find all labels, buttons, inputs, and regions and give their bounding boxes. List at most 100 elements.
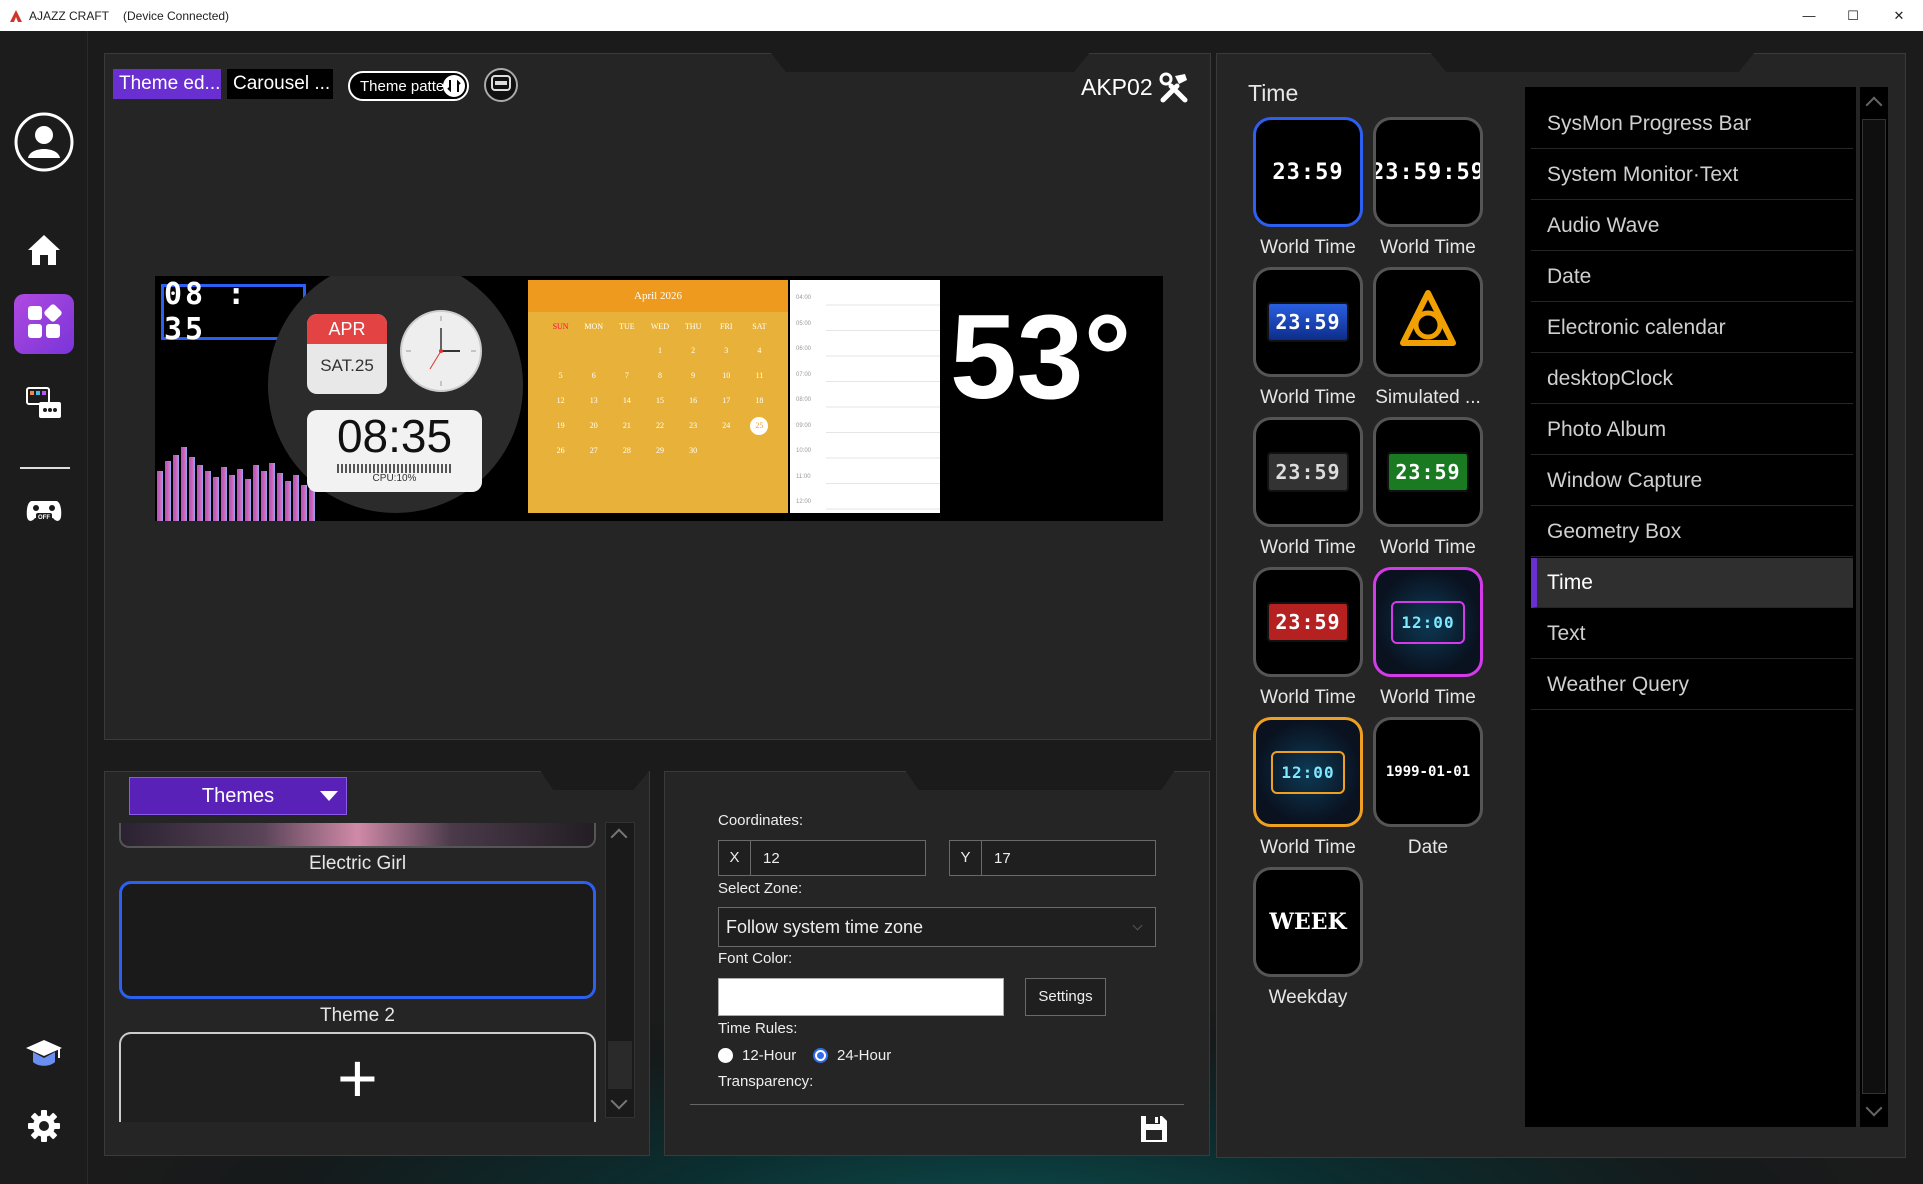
tutorial-button[interactable] (14, 1026, 74, 1086)
widget-tile-6[interactable]: 23:59 (1253, 567, 1363, 677)
category-scrollbar[interactable] (1860, 87, 1888, 1127)
widget-tile-label: World Time (1260, 537, 1356, 558)
themes-scrollbar[interactable] (605, 822, 635, 1118)
tools-icon (1157, 72, 1191, 108)
category-system-monitor-text[interactable]: System Monitor·Text (1531, 150, 1853, 200)
widget-tile-8[interactable]: 12:00 (1253, 717, 1363, 827)
category-geometry-box[interactable]: Geometry Box (1531, 507, 1853, 557)
display-icon (490, 72, 512, 99)
chevron-down-icon (1132, 920, 1143, 931)
device-preview-canvas[interactable]: 08 : 35 APR SAT.25 08:35 CPU:10% April 2… (155, 276, 1163, 521)
widget-tile-label: World Time (1380, 687, 1476, 708)
preview-schedule-widget[interactable]: 04:00 05:00 06:00 07:00 08:00 09:00 10:00 11:00… (790, 280, 940, 513)
close-button[interactable]: ✕ (1876, 0, 1922, 31)
settings-button[interactable] (14, 1098, 74, 1158)
widget-tile-display: 12:00 (1271, 750, 1345, 794)
home-button[interactable] (14, 222, 74, 282)
radio-24-hour-label: 24-Hour (837, 1047, 892, 1064)
theme-thumb-theme-2[interactable] (119, 881, 596, 999)
category-electronic-calendar[interactable]: Electronic calendar (1531, 303, 1853, 353)
simulated-clock-icon (1393, 285, 1463, 360)
y-label: Y (950, 841, 982, 875)
widget-tile-display: 23:59:59 (1373, 159, 1483, 185)
swap-icon (443, 75, 465, 97)
add-icon: + (337, 1039, 378, 1117)
font-color-label: Font Color: (718, 950, 793, 967)
category-date[interactable]: Date (1531, 252, 1853, 302)
preview-digital-time: 08:35 (336, 410, 453, 462)
gamepad-off-icon: OFF (24, 489, 64, 534)
widget-tile-0[interactable]: 23:59 (1253, 117, 1363, 227)
transparency-label: Transparency: (718, 1073, 814, 1090)
themes-dropdown-label: Themes (201, 784, 275, 807)
category-sysmon-progress-bar[interactable]: SysMon Progress Bar (1531, 99, 1853, 149)
widget-tile-7[interactable]: 12:00 (1373, 567, 1483, 677)
category-text[interactable]: Text (1531, 609, 1853, 659)
x-coordinate-field[interactable]: X 12 (718, 840, 926, 876)
widget-tile-display: 23:59 (1267, 602, 1349, 642)
preview-digital-clock[interactable]: 08:35 CPU:10% (307, 410, 482, 492)
font-color-settings-button[interactable]: Settings (1025, 978, 1106, 1016)
radio-12-hour[interactable]: 12-Hour (718, 1047, 796, 1064)
font-color-swatch[interactable] (718, 978, 1004, 1016)
theme-thumb-electric-girl[interactable] (119, 823, 596, 848)
time-zone-value: Follow system time zone (726, 916, 924, 937)
widget-tile-1[interactable]: 23:59:59 (1373, 117, 1483, 227)
minimize-button[interactable]: — (1786, 0, 1832, 31)
scroll-up-icon[interactable] (1865, 96, 1883, 114)
tab-theme-editor[interactable]: Theme ed... (113, 69, 221, 99)
widget-tile-4[interactable]: 23:59 (1253, 417, 1363, 527)
preview-temperature[interactable]: 53° (950, 292, 1131, 422)
category-scroll-track[interactable] (1862, 119, 1886, 1094)
widgets-button[interactable] (14, 294, 74, 354)
home-icon (24, 230, 64, 275)
maximize-button[interactable]: ☐ (1830, 0, 1876, 31)
time-zone-select[interactable]: Follow system time zone (718, 907, 1156, 947)
category-time[interactable]: Time (1531, 558, 1853, 608)
widget-tile-label: Simulated ... (1375, 387, 1481, 408)
library-panel-notch (1430, 52, 1755, 72)
radio-24-hour[interactable]: 24-Hour (813, 1047, 891, 1064)
widget-tile-3[interactable] (1373, 267, 1483, 377)
radio-24-hour-circle (813, 1048, 828, 1063)
themes-panel-notch (540, 770, 650, 790)
themes-dropdown[interactable]: Themes (129, 777, 347, 815)
scroll-down-icon[interactable] (1865, 1099, 1883, 1117)
screen-widgets-button[interactable] (14, 376, 74, 436)
widget-tile-label: World Time (1380, 537, 1476, 558)
widget-tile-10[interactable]: WEEK (1253, 867, 1363, 977)
category-audio-wave[interactable]: Audio Wave (1531, 201, 1853, 251)
preview-analog-clock[interactable] (400, 310, 482, 392)
preview-date-widget[interactable]: APR SAT.25 (307, 314, 387, 394)
widget-tile-display: 23:59 (1387, 452, 1469, 492)
app-logo-icon (9, 9, 23, 23)
widget-tile-5[interactable]: 23:59 (1373, 417, 1483, 527)
svg-text:OFF: OFF (38, 515, 50, 521)
theme-name-theme-2: Theme 2 (320, 1005, 395, 1026)
widget-tile-display: 23:59 (1272, 159, 1344, 185)
preview-schedule-grid (826, 280, 940, 513)
theme-pattern-button[interactable]: Theme patte (348, 71, 469, 101)
widget-tile-display: 23:59 (1267, 452, 1349, 492)
widget-tile-2[interactable]: 23:59 (1253, 267, 1363, 377)
y-coordinate-field[interactable]: Y 17 (949, 840, 1156, 876)
user-icon (14, 112, 74, 177)
scroll-down-icon[interactable] (610, 1092, 628, 1110)
category-window-capture[interactable]: Window Capture (1531, 456, 1853, 506)
save-button[interactable] (1138, 1113, 1170, 1145)
add-theme-button[interactable]: + (119, 1032, 596, 1122)
preview-calendar-widget[interactable]: April 2026 SUN MON TUE WED THU FRI SAT 1234 56… (528, 280, 788, 513)
themes-scroll-thumb[interactable] (608, 1041, 632, 1089)
category-photo-album[interactable]: Photo Album (1531, 405, 1853, 455)
scroll-up-icon[interactable] (610, 828, 628, 846)
widget-tile-9[interactable]: 1999-01-01 (1373, 717, 1483, 827)
title-bar: AJAZZ CRAFT (Device Connected) (0, 0, 1923, 31)
gamepad-off-button[interactable]: OFF (14, 481, 74, 541)
tab-carousel[interactable]: Carousel ... (227, 69, 333, 99)
device-tools-button[interactable] (1157, 70, 1191, 104)
profile-button[interactable] (14, 112, 74, 177)
screen-capture-button[interactable] (484, 68, 518, 102)
category-weather-query[interactable]: Weather Query (1531, 660, 1853, 710)
category-desktop-clock[interactable]: desktopClock (1531, 354, 1853, 404)
y-value: 17 (994, 849, 1011, 867)
